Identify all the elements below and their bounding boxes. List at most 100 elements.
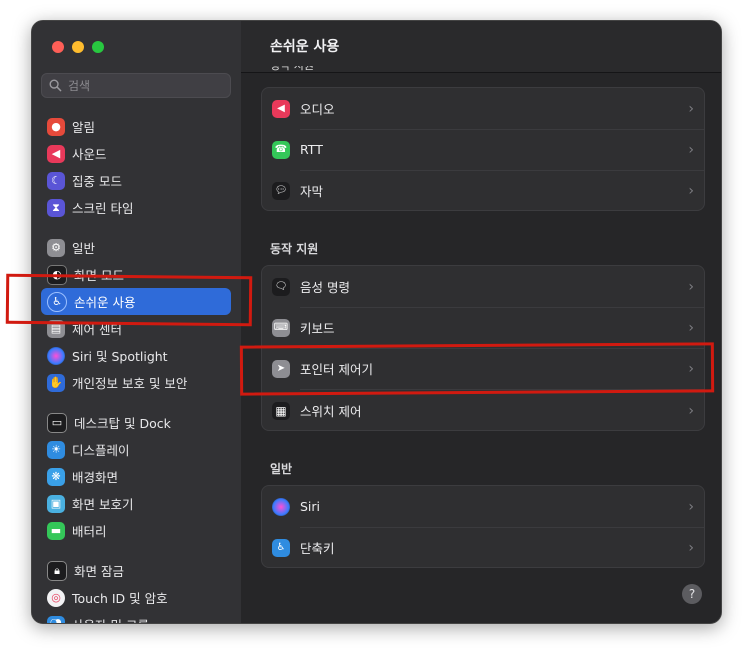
row-pointer-control[interactable]: ➤ 포인터 제어기 › [262,348,704,389]
hand-icon: ✋ [47,373,65,392]
tty-icon: ☎ [272,140,290,159]
zoom-button[interactable] [92,41,104,53]
wallpaper-icon: ❋ [47,467,65,486]
row-voice-control[interactable]: 🗨︎ 음성 명령 › [262,266,704,307]
caption-icon: 💬︎ [272,181,290,200]
chevron-right-icon: › [688,360,694,377]
sidebar-item-label: 개인정보 보호 및 보안 [72,376,188,391]
sidebar-item-label: 집중 모드 [72,174,122,189]
sidebar-item-lock-screen[interactable]: 🔒︎ 화면 잠금 [41,557,231,584]
sidebar-item-sound[interactable]: ◀ 사운드 [41,140,231,167]
pointer-icon: ➤ [272,359,290,378]
sidebar-item-label: 화면 모드 [74,268,124,283]
row-label: 스위치 제어 [300,404,362,419]
sidebar-item-users-groups[interactable]: 👥︎ 사용자 및 그룹 [41,611,231,623]
sidebar-item-desktop-dock[interactable]: ▭ 데스크탑 및 Dock [41,409,231,436]
row-label: 오디오 [300,102,335,117]
dock-icon: ▭ [47,412,67,433]
sidebar-item-label: 배경화면 [72,470,119,485]
chevron-right-icon: › [688,278,694,295]
sidebar-item-label: 손쉬운 사용 [74,295,136,310]
search-input[interactable]: 검색 [41,73,231,98]
chevron-right-icon: › [688,100,694,117]
chevron-right-icon: › [688,402,694,419]
sidebar-item-wallpaper[interactable]: ❋ 배경화면 [41,463,231,490]
main-header: 손쉬운 사용 청각 지원 [241,21,721,73]
chevron-right-icon: › [688,319,694,336]
row-label: 자막 [300,184,324,199]
settings-window: 검색 ● 알림 ◀ 사운드 ☾ 집중 모드 ⧗ 스크린 타임 ⚙ 일반 ◐ 화면… [31,20,722,624]
row-label: 포인터 제어기 [300,362,373,377]
sidebar-item-label: Touch ID 및 암호 [72,591,168,606]
sidebar-item-battery[interactable]: ▬ 배터리 [41,517,231,544]
sidebar-item-label: 사용자 및 그룹 [72,615,149,623]
sidebar-item-privacy[interactable]: ✋ 개인정보 보호 및 보안 [41,369,231,396]
row-audio[interactable]: ◀ 오디오 › [262,88,704,129]
sidebar-item-siri-spotlight[interactable]: Siri 및 Spotlight [41,342,231,369]
switch-control-icon: ▦ [272,401,290,420]
row-switch-control[interactable]: ▦ 스위치 제어 › [262,390,704,431]
row-label: RTT [300,142,323,157]
sidebar-item-label: 스크린 타임 [72,201,134,216]
keyboard-icon: ⌨ [272,318,290,337]
accessibility-icon: ♿ [47,291,67,312]
sidebar-item-label: 화면 보호기 [72,497,134,512]
section-title-general: 일반 [270,462,293,476]
appearance-icon: ◐ [47,264,67,285]
sidebar-item-accessibility[interactable]: ♿ 손쉬운 사용 [41,288,231,315]
moon-icon: ☾ [47,171,65,190]
sidebar-item-appearance[interactable]: ◐ 화면 모드 [41,261,231,288]
row-label: 단축키 [300,541,335,556]
section-title-motor: 동작 지원 [270,242,319,256]
speaker-icon: ◀ [47,144,65,163]
page-title: 손쉬운 사용 [270,39,340,55]
row-siri[interactable]: Siri › [262,486,704,527]
sidebar-item-screen-saver[interactable]: ▣ 화면 보호기 [41,490,231,517]
sidebar-item-label: 사운드 [72,147,107,162]
gear-icon: ⚙ [47,238,65,257]
siri-icon [47,346,65,365]
sidebar-item-label: Siri 및 Spotlight [72,349,168,364]
hearing-group: ◀ 오디오 › ☎ RTT › 💬︎ 자막 › [261,87,705,211]
sidebar-item-screen-time[interactable]: ⧗ 스크린 타임 [41,194,231,221]
sidebar-item-control-center[interactable]: ▤ 제어 센터 [41,315,231,342]
sidebar-item-displays[interactable]: ☀ 디스플레이 [41,436,231,463]
search-placeholder: 검색 [68,79,91,93]
sidebar-item-focus[interactable]: ☾ 집중 모드 [41,167,231,194]
sidebar-item-touch-id[interactable]: ◎ Touch ID 및 암호 [41,584,231,611]
section-title-hearing: 청각 지원 [270,66,314,72]
sidebar-item-label: 데스크탑 및 Dock [74,416,171,431]
shortcut-icon: ♿ [272,538,290,557]
fingerprint-icon: ◎ [47,588,65,607]
row-label: 키보드 [300,321,335,336]
sidebar: 검색 ● 알림 ◀ 사운드 ☾ 집중 모드 ⧗ 스크린 타임 ⚙ 일반 ◐ 화면… [32,21,242,623]
sidebar-item-general[interactable]: ⚙ 일반 [41,234,231,261]
help-button[interactable]: ? [682,584,702,604]
row-label: Siri [300,499,321,514]
speaker-icon: ◀ [272,99,290,118]
sun-icon: ☀ [47,440,65,459]
sidebar-item-label: 일반 [72,241,96,256]
siri-icon [272,497,290,516]
row-keyboard[interactable]: ⌨ 키보드 › [262,307,704,348]
chevron-right-icon: › [688,182,694,199]
general-group: Siri › ♿ 단축키 › [261,485,705,568]
sidebar-item-notifications[interactable]: ● 알림 [41,113,231,140]
main-pane: 손쉬운 사용 청각 지원 ◀ 오디오 › ☎ RTT › 💬︎ 자막 › 동작 [241,21,721,623]
traffic-lights [52,41,104,53]
motor-group: 🗨︎ 음성 명령 › ⌨ 키보드 › ➤ 포인터 제어기 › ▦ 스위치 제어 … [261,265,705,431]
sidebar-item-label: 화면 잠금 [74,564,124,579]
minimize-button[interactable] [72,41,84,53]
voice-control-icon: 🗨︎ [272,277,290,296]
sidebar-item-label: 디스플레이 [72,443,130,458]
search-icon [49,79,62,92]
chevron-right-icon: › [688,539,694,556]
close-button[interactable] [52,41,64,53]
bell-icon: ● [47,117,65,136]
sidebar-item-label: 알림 [72,120,96,135]
row-shortcut[interactable]: ♿ 단축키 › [262,527,704,568]
chevron-right-icon: › [688,498,694,515]
row-rtt[interactable]: ☎ RTT › [262,129,704,170]
lock-icon: 🔒︎ [47,560,67,581]
row-captions[interactable]: 💬︎ 자막 › [262,170,704,211]
